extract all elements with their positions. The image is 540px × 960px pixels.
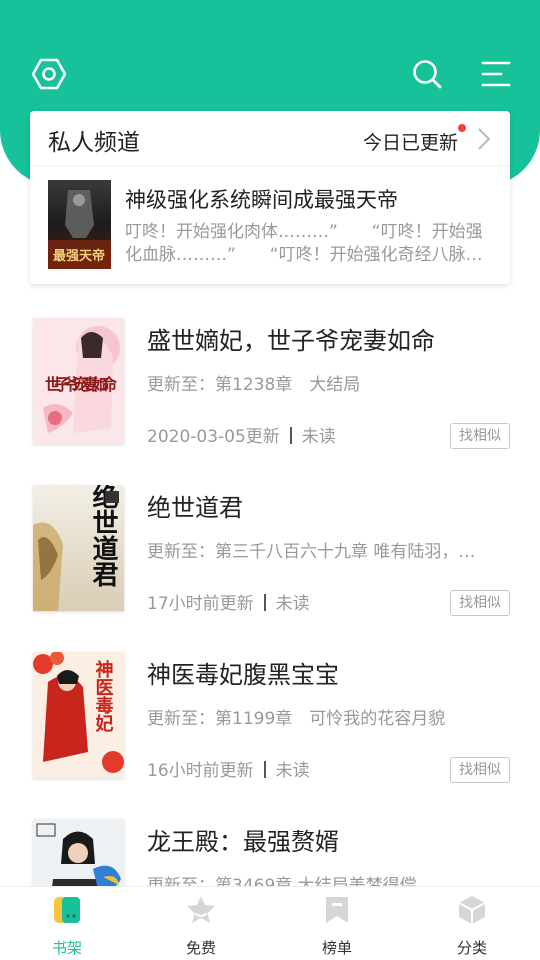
chevron-right-icon[interactable] [472,125,496,153]
nav-label: 书架 [51,939,82,957]
book-title[interactable]: 盛世嫡妃，世子爷宠妻如命 [147,321,435,356]
book-title[interactable]: 神医毒妃腹黑宝宝 [147,655,339,690]
ranking-bookmark-icon [322,895,352,925]
channel-update-label[interactable]: 今日已更新 [363,128,458,155]
channel-book-title[interactable]: 神级强化系统瞬间成最强天帝 [125,184,398,214]
find-similar-button[interactable]: 找相似 [450,757,510,783]
bookshelf-icon [52,895,82,925]
search-icon[interactable] [407,54,447,94]
channel-book-description: 叮咚！开始强化肉体………” “叮咚！开始强化血脉………” “叮咚！开始强化奇经八… [125,222,483,265]
book-cover[interactable]: 绝世道君 [33,485,124,611]
book-meta: 17小时前更新 未读 [147,589,310,614]
svg-text:世子爷宠妻如命: 世子爷宠妻如命 [45,375,118,394]
channel-book-cover[interactable]: 最强天帝 [48,180,111,269]
meta-separator [263,761,266,778]
svg-text:最强天帝: 最强天帝 [53,248,105,264]
book-update-time: 17小时前更新 [147,594,254,614]
nav-label: 分类 [456,939,487,957]
book-list-item[interactable]: 神医毒妃 神医毒妃腹黑宝宝 更新至：第1199章 可怜我的花容月貌 16小时前更… [0,652,540,802]
nav-label: 榜单 [321,939,352,957]
book-list-item[interactable]: 世子爷宠妻如命 盛世嫡妃，世子爷宠妻如命 更新至：第1238章 大结局 2020… [0,318,540,468]
book-update-time: 16小时前更新 [147,761,254,781]
book-title[interactable]: 绝世道君 [147,488,243,523]
svg-text:神医毒妃: 神医毒妃 [93,659,114,733]
book-title[interactable]: 龙王殿：最强赘婿 [147,822,339,857]
bottom-navigation: 书架 免费 榜单 分类 [0,886,540,960]
book-latest-chapter: 更新至：第三千八百六十九章 唯有陆羽，… [147,542,476,562]
find-similar-button[interactable]: 找相似 [450,423,510,449]
nav-tab-category[interactable]: 分类 [412,887,532,960]
nav-tab-free[interactable]: 免费 [141,887,261,960]
nav-tab-bookshelf[interactable]: 书架 [7,887,127,960]
read-status: 未读 [275,594,310,614]
book-cover[interactable]: 世子爷宠妻如命 [33,318,124,444]
book-list-item[interactable]: 绝世道君 绝世道君 更新至：第三千八百六十九章 唯有陆羽，… 17小时前更新 未读… [0,485,540,635]
find-similar-button[interactable]: 找相似 [450,590,510,616]
book-cover[interactable]: 神医毒妃 [33,652,124,778]
nav-tab-ranking[interactable]: 榜单 [277,887,397,960]
free-star-icon [186,895,216,925]
menu-icon[interactable] [476,54,516,94]
read-status: 未读 [275,761,310,781]
book-meta: 2020-03-05更新 未读 [147,422,336,447]
meta-separator [289,427,292,444]
meta-separator [263,594,266,611]
category-cube-icon [457,895,487,925]
new-update-dot [458,124,466,132]
read-status: 未读 [301,427,336,447]
divider [30,165,510,166]
settings-icon[interactable] [29,54,69,94]
book-latest-chapter: 更新至：第1199章 可怜我的花容月貌 [147,709,446,729]
nav-label: 免费 [185,939,216,957]
book-update-time: 2020-03-05更新 [147,427,280,447]
channel-title: 私人频道 [48,130,140,156]
private-channel-card[interactable]: 私人频道 今日已更新 最强天帝 神级强化系统瞬间成最强天帝 叮咚！开始强化肉体…… [30,111,510,284]
book-latest-chapter: 更新至：第1238章 大结局 [147,375,361,395]
book-meta: 16小时前更新 未读 [147,756,310,781]
